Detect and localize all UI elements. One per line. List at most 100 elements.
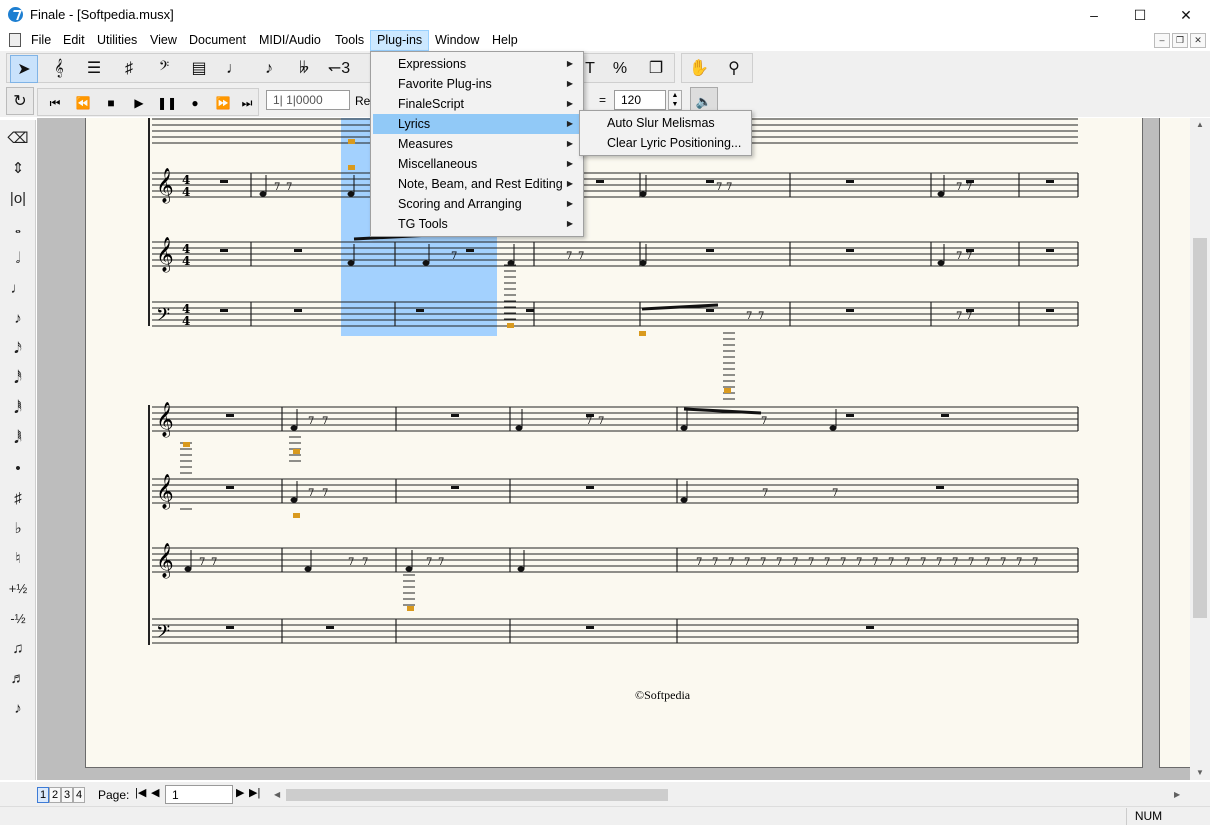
page-tab-3[interactable]: 3 (61, 787, 73, 803)
horizontal-scroll-thumb[interactable] (286, 789, 668, 801)
half-note-tool[interactable]: 𝅗𝅥 (3, 246, 33, 272)
next-page-button[interactable]: ▶ (236, 786, 244, 799)
note-tool-button[interactable]: ♩ (220, 55, 248, 83)
refresh-button[interactable]: ↻ (6, 87, 34, 115)
menu-bar: File Edit Utilities View Document MIDI/A… (0, 30, 1210, 51)
mdi-restore-button[interactable]: ❐ (1172, 33, 1188, 48)
vertical-scroll-thumb[interactable] (1193, 238, 1207, 618)
sys1-eighth-rest: 7 (956, 182, 962, 193)
half-step-down-tool[interactable]: -½ (3, 606, 33, 632)
sixteenth-note-tool[interactable]: 𝅘𝅥𝅯 (3, 336, 33, 362)
simple-entry-button[interactable]: ☰ (80, 55, 108, 83)
menu-edit[interactable]: Edit (57, 30, 91, 51)
rewind-start-button[interactable]: ⏮ (40, 92, 70, 114)
speedy-entry-button[interactable]: 𝄫 (290, 55, 318, 83)
scroll-right-icon[interactable]: ▶ (1174, 790, 1180, 799)
rewind-button[interactable]: ⏪ (68, 92, 98, 114)
document-icon[interactable] (9, 33, 21, 47)
zoom-tool-button[interactable]: ⚲ (720, 55, 748, 83)
natural-tool[interactable]: ♮ (3, 546, 33, 572)
menu-item-tg-tools[interactable]: TG Tools ▶ (373, 214, 581, 234)
quarter-note-tool[interactable]: ♩ (3, 276, 33, 302)
scroll-left-icon[interactable]: ◀ (274, 790, 280, 799)
mdi-minimize-button[interactable]: – (1154, 33, 1170, 48)
menu-file[interactable]: File (25, 30, 57, 51)
tuplet-tool-button[interactable]: ↽3 (325, 55, 353, 83)
sixty-fourth-note-tool[interactable]: 𝅘𝅥𝅱 (3, 396, 33, 422)
menu-help[interactable]: Help (486, 30, 524, 51)
menu-item-finalescript[interactable]: FinaleScript ▶ (373, 94, 581, 114)
sharp-tool[interactable]: ♯ (3, 486, 33, 512)
tempo-spinner[interactable]: ▲ ▼ (668, 90, 682, 110)
menu-utilities[interactable]: Utilities (91, 30, 143, 51)
menu-document[interactable]: Document (183, 30, 252, 51)
selection-tool-button[interactable]: ➤ (10, 55, 38, 83)
stop-button[interactable]: ■ (96, 92, 126, 114)
sys2-eighth-rest: 7 (438, 557, 444, 568)
menu-item-miscellaneous[interactable]: Miscellaneous ▶ (373, 154, 581, 174)
menu-item-measures[interactable]: Measures ▶ (373, 134, 581, 154)
caret-tool[interactable]: ⇕ (3, 156, 33, 182)
resize-tool-button[interactable]: % (606, 55, 634, 83)
eighth-note-tool[interactable]: ♪ (3, 306, 33, 332)
score-workspace[interactable]: 𝄞44𝄞44𝄢4477777777777777777𝄞𝄞𝄞𝄢7777777777… (37, 118, 1190, 780)
vertical-scrollbar[interactable]: ▲ ▼ (1190, 118, 1210, 780)
menu-item-clear-lyric-positioning[interactable]: Clear Lyric Positioning... (582, 133, 749, 153)
sys1-eighth-rest: 7 (274, 182, 280, 193)
record-button[interactable]: ● (180, 92, 210, 114)
mdi-close-button[interactable]: ✕ (1190, 33, 1206, 48)
thirty-second-note-tool[interactable]: 𝅘𝅥𝅰 (3, 366, 33, 392)
sys2-whole-rest (586, 486, 594, 489)
key-signature-button[interactable]: ♯ (115, 55, 143, 83)
hand-grabber-button[interactable]: ✋ (685, 55, 713, 83)
play-button[interactable]: ▶ (124, 92, 154, 114)
scroll-down-icon[interactable]: ▼ (1196, 768, 1204, 777)
horizontal-scrollbar[interactable]: ◀ ▶ (268, 786, 1190, 804)
128th-note-tool[interactable]: 𝅘𝅥𝅲 (3, 426, 33, 452)
dot-tool[interactable]: • (3, 456, 33, 482)
menu-item-lyrics[interactable]: Lyrics ▶ (373, 114, 581, 134)
pause-button[interactable]: ❚❚ (152, 92, 182, 114)
tie-tool[interactable]: ♫ (3, 636, 33, 662)
menu-tools[interactable]: Tools (329, 30, 370, 51)
score-notation[interactable]: 𝄞44𝄞44𝄢4477777777777777777𝄞𝄞𝄞𝄢7777777777… (86, 118, 1144, 769)
measure-counter-field[interactable]: 1| 1|0000 (266, 90, 350, 110)
half-step-up-tool[interactable]: +½ (3, 576, 33, 602)
menu-view[interactable]: View (144, 30, 183, 51)
minimize-button[interactable]: – (1071, 0, 1117, 30)
menu-window[interactable]: Window (429, 30, 485, 51)
skip-end-button[interactable]: ⏭ (232, 92, 262, 114)
tempo-field[interactable]: 120 (614, 90, 666, 110)
scroll-up-icon[interactable]: ▲ (1196, 120, 1204, 129)
sys2-whole-rest (451, 414, 459, 417)
menu-midi-audio[interactable]: MIDI/Audio (253, 30, 327, 51)
previous-page-button[interactable]: ◀ (151, 786, 159, 799)
measure-tool-button[interactable]: ▤ (185, 55, 213, 83)
page-tab-2[interactable]: 2 (49, 787, 61, 803)
clef-tool-button[interactable]: 𝄢 (150, 55, 178, 83)
menu-item-favorite-plug-ins[interactable]: Favorite Plug-ins ▶ (373, 74, 581, 94)
grace-note-tool[interactable]: ♪ (3, 696, 33, 722)
menu-item-expressions[interactable]: Expressions ▶ (373, 54, 581, 74)
last-page-button[interactable]: ▶| (249, 786, 260, 799)
page-tab-4[interactable]: 4 (73, 787, 85, 803)
double-whole-note-tool[interactable]: |o| (3, 186, 33, 212)
flat-tool[interactable]: ♭ (3, 516, 33, 542)
tuplet-tool[interactable]: ♬ (3, 666, 33, 692)
whole-note-tool[interactable]: 𝅝 (3, 216, 33, 242)
staff-tool-button[interactable]: 𝄞 (45, 55, 73, 83)
menu-item-note-beam-rest-editing[interactable]: Note, Beam, and Rest Editing ▶ (373, 174, 581, 194)
page-number-field[interactable]: 1 (165, 785, 233, 804)
menu-item-scoring-and-arranging[interactable]: Scoring and Arranging ▶ (373, 194, 581, 214)
fast-forward-icon: ⏩ (215, 96, 231, 110)
close-button[interactable]: ✕ (1163, 0, 1209, 30)
eraser-tool[interactable]: ⌫ (3, 126, 33, 152)
rest-tool-button[interactable]: ♪ (255, 55, 283, 83)
menu-plug-ins[interactable]: Plug-ins (370, 30, 430, 51)
first-page-button[interactable]: |◀ (135, 786, 146, 799)
page-layout-button[interactable]: ❐ (642, 55, 670, 83)
page-tab-1[interactable]: 1 (37, 787, 49, 803)
menu-item-auto-slur-melismas[interactable]: Auto Slur Melismas (582, 113, 749, 133)
maximize-button[interactable]: ☐ (1117, 0, 1163, 30)
score-page[interactable]: 𝄞44𝄞44𝄢4477777777777777777𝄞𝄞𝄞𝄢7777777777… (85, 118, 1143, 768)
